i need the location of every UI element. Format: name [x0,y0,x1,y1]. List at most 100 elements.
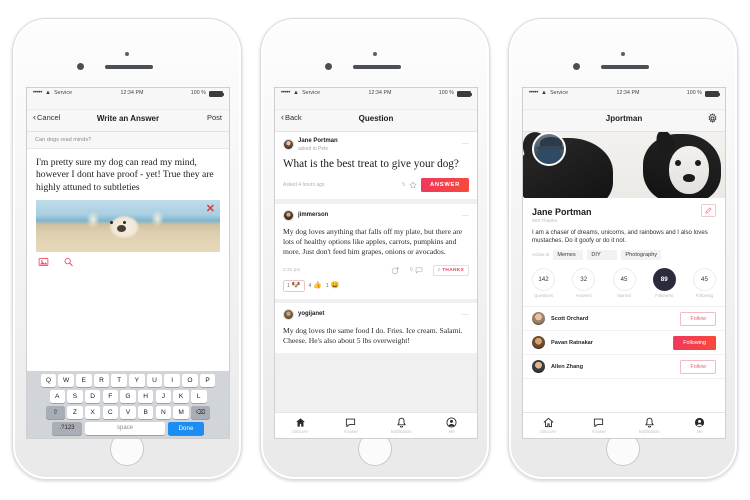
key-z[interactable]: Z [67,406,83,419]
tab-discover[interactable]: Discover [275,413,326,438]
following-button[interactable]: Following [673,335,716,350]
bell-icon [397,417,406,428]
active-in-row: Active in Memes DIY Photography [532,249,716,261]
gear-icon[interactable] [707,113,718,124]
answer-author-row[interactable]: jimmerson ⋯ [283,210,469,221]
avatar [283,308,294,320]
key-j[interactable]: J [155,390,172,403]
key-numbers[interactable]: .?123 [52,422,82,435]
attached-photo[interactable]: ✕ [36,200,220,253]
more-options-icon[interactable]: ⋯ [462,140,469,148]
stat-label: Followers [655,293,674,299]
chevron-left-icon: ‹ [33,112,36,122]
sensor-dot [125,52,129,56]
stat-following[interactable]: 45 Following [693,268,716,298]
key-y[interactable]: Y [129,374,145,387]
key-v[interactable]: V [120,406,136,419]
key-t[interactable]: T [111,374,127,387]
more-options-icon[interactable]: ⋯ [462,311,469,319]
key-g[interactable]: G [120,390,136,403]
tab-discover[interactable]: Discover [523,413,574,438]
key-r[interactable]: R [93,374,110,387]
key-i[interactable]: I [164,374,180,387]
key-f[interactable]: F [102,390,119,403]
key-a[interactable]: A [49,390,65,403]
key-c[interactable]: C [102,406,119,419]
key-e[interactable]: E [76,374,92,387]
reaction-chip[interactable]: 4 👍 [309,282,323,289]
key-m[interactable]: M [173,406,189,419]
key-p[interactable]: P [199,374,216,387]
key-q[interactable]: Q [40,374,57,387]
followers-list: Scott Orchard Follow Pavan Ratnakar Foll… [523,306,725,380]
tab-notification[interactable]: Notification [624,413,675,438]
stat-questions[interactable]: 142 Questions [532,268,555,298]
key-o[interactable]: O [182,374,198,387]
answer-author-row[interactable]: yogijanet ⋯ [283,308,469,320]
stat-label: Following [695,293,714,299]
follow-button[interactable]: Follow [680,311,716,326]
key-l[interactable]: L [191,390,207,403]
more-options-icon[interactable]: ⋯ [462,212,469,220]
tab-answer[interactable]: Answer [574,413,625,438]
photo-icon[interactable] [38,257,49,267]
remove-photo-button[interactable]: ✕ [206,204,215,215]
page-title: Question [358,114,394,123]
edit-profile-button[interactable] [701,204,716,217]
photo-thumbnail [36,200,220,253]
key-space[interactable]: space [85,422,165,435]
search-icon[interactable] [63,257,74,267]
onscreen-keyboard[interactable]: Q W E R T Y U I O P A S D F G H J K L ⇧ … [27,371,229,438]
stat-answers[interactable]: 32 Answers [572,268,596,298]
list-item[interactable]: Scott Orchard Follow [523,307,725,332]
add-reaction-icon[interactable] [391,266,400,275]
question-author-row[interactable]: Jane Portman asked in Pets ⋯ [283,138,469,152]
dog-emoji-icon: 🐶 [291,282,301,290]
list-item[interactable]: Allen Zhang Follow [523,355,725,380]
post-button[interactable]: Post [207,113,222,122]
back-button[interactable]: ‹ Back [281,113,302,123]
tab-me[interactable]: Me [427,413,478,438]
reaction-chip[interactable]: 1 😄 [326,282,340,289]
keyboard-row-1: Q W E R T Y U I O P [29,374,227,387]
topic-tag[interactable]: Memes [553,249,584,261]
key-d[interactable]: D [84,390,101,403]
stat-followers[interactable]: 89 Followers [652,268,676,299]
answer-input[interactable]: I'm pretty sure my dog can read my mind,… [36,157,220,194]
list-item[interactable]: Pavan Ratnakar Following [523,331,725,356]
tab-me[interactable]: Me [675,413,726,438]
question-feed[interactable]: Jane Portman asked in Pets ⋯ What is the… [275,132,477,438]
key-u[interactable]: U [146,374,163,387]
comment-count: 0 [409,267,413,274]
answer-button[interactable]: ANSWER [421,178,469,192]
thanks-badge[interactable]: 2 THANKS [432,264,469,276]
tab-label: Notification [390,429,412,434]
profile-avatar[interactable] [532,132,566,166]
stat-label: Questions [534,293,553,299]
tab-answer[interactable]: Answer [326,413,377,438]
topic-tag[interactable]: Photography [621,249,662,261]
key-backspace[interactable]: ⌫ [191,406,210,419]
reaction-chip[interactable]: 1 🐶 [283,279,305,292]
key-k[interactable]: K [173,390,189,403]
key-n[interactable]: N [155,406,172,419]
key-done[interactable]: Done [168,422,204,435]
tab-notification[interactable]: Notification [376,413,427,438]
context-question-text: Can dogs read minds? [35,137,92,143]
answer-actions-row: 2:31 pm 0 2 THANKS [283,264,469,276]
stat-starred[interactable]: 45 Starred [612,268,636,298]
follow-button[interactable]: Follow [680,359,716,374]
star-icon[interactable] [409,181,417,189]
key-h[interactable]: H [137,390,154,403]
key-s[interactable]: S [67,390,83,403]
key-shift[interactable]: ⇧ [46,406,65,419]
topic-tag[interactable]: DIY [587,249,618,261]
comment-action[interactable]: 0 [410,266,423,274]
keyboard-row-2: A S D F G H J K L [29,390,227,403]
key-w[interactable]: W [58,374,74,387]
cancel-button[interactable]: ‹ Cancel [33,112,60,123]
key-b[interactable]: B [137,406,154,419]
key-x[interactable]: X [84,406,101,419]
context-question-bar[interactable]: Can dogs read minds? [27,132,229,149]
profile-info: Jane Portman 609 Thanks I am a chaser of… [523,198,725,261]
